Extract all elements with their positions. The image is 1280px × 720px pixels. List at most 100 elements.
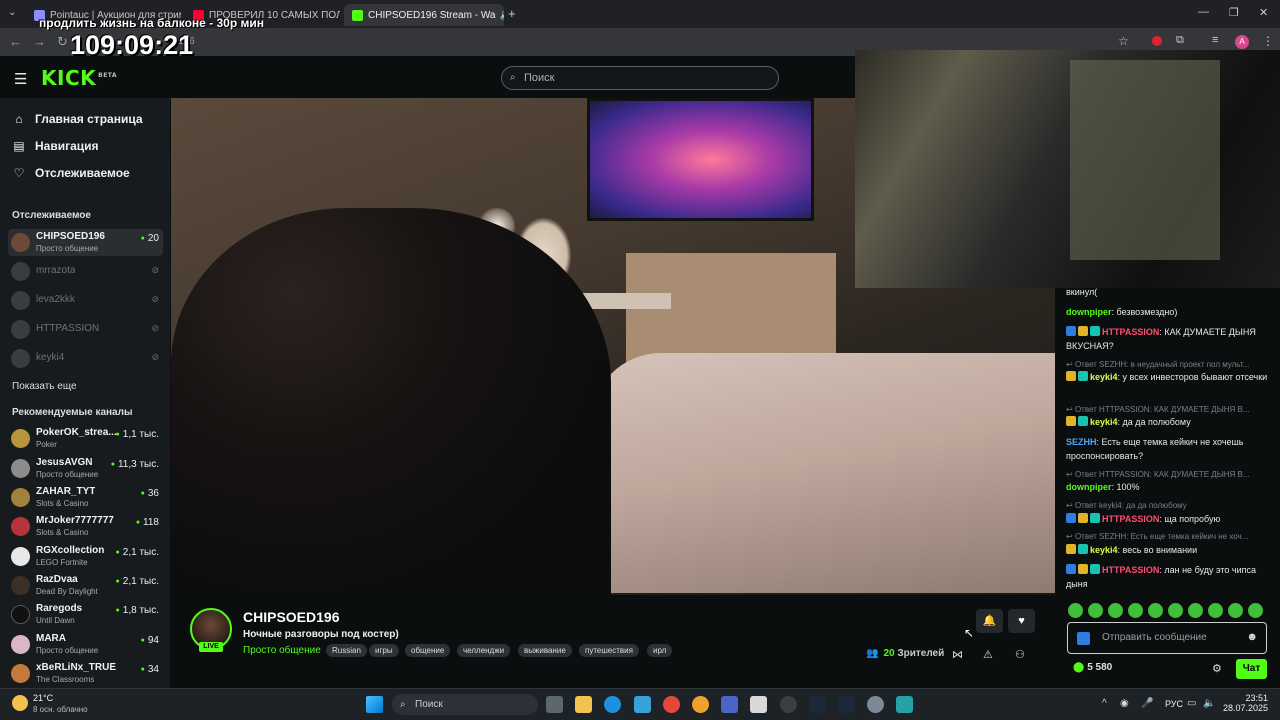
app-icon[interactable] bbox=[896, 696, 913, 713]
network-icon[interactable]: ▭ bbox=[1187, 698, 1196, 709]
notification-bell-button[interactable]: 🔔 bbox=[976, 609, 1003, 633]
stream-category-link[interactable]: Просто общение bbox=[243, 645, 321, 656]
back-arrow-icon[interactable]: ← bbox=[9, 34, 22, 49]
share-icon[interactable]: ⋈ bbox=[952, 648, 963, 661]
follow-heart-button[interactable]: ♥ bbox=[1008, 609, 1035, 633]
emote-icon[interactable] bbox=[1088, 603, 1103, 618]
minimize-window-icon[interactable]: — bbox=[1198, 6, 1209, 18]
extensions-puzzle-icon[interactable]: ⧉ bbox=[1176, 34, 1184, 47]
profile-avatar[interactable]: A bbox=[1235, 35, 1249, 49]
chrome-icon[interactable] bbox=[663, 696, 680, 713]
chat-username[interactable]: keyki4 bbox=[1090, 545, 1118, 555]
bookmark-star-icon[interactable]: ☆ bbox=[1118, 34, 1129, 48]
extension-red-icon[interactable] bbox=[1152, 36, 1162, 46]
tab-list-icon[interactable]: ⌄ bbox=[8, 7, 16, 18]
volume-icon[interactable]: 🔈 bbox=[1203, 698, 1215, 709]
recommended-channel[interactable]: MARA Просто общение 94 bbox=[8, 631, 163, 658]
chat-reply-reference[interactable]: ↩ Ответ keyki4: да да полюбому bbox=[1066, 501, 1271, 510]
taskbar-search[interactable]: ⌕ Поиск bbox=[392, 694, 538, 715]
nav-home[interactable]: ⌂ Главная страница bbox=[12, 112, 142, 126]
chat-settings-gear-icon[interactable]: ⚙ bbox=[1212, 662, 1222, 675]
chat-reply-reference[interactable]: ↩ Ответ SEZHH: в неудачный проект пол му… bbox=[1066, 360, 1271, 369]
following-channel-mrrazota[interactable]: mrrazota ⊘ bbox=[8, 258, 163, 285]
recommended-channel[interactable]: ZAHAR_TYT Slots & Casino 36 bbox=[8, 484, 163, 511]
edge-browser-icon[interactable] bbox=[604, 696, 621, 713]
close-window-icon[interactable]: ✕ bbox=[1259, 6, 1268, 19]
emote-icon[interactable] bbox=[1108, 603, 1123, 618]
windows-start-icon[interactable] bbox=[366, 696, 383, 713]
chat-reply-reference[interactable]: ↩ Ответ HTTPASSION: КАК ДУМАЕТЕ ДЫНЯ В..… bbox=[1066, 405, 1271, 414]
restore-window-icon[interactable]: ❐ bbox=[1229, 6, 1239, 19]
steam-icon[interactable] bbox=[809, 696, 826, 713]
recommended-channel[interactable]: MrJoker7777777 Slots & Casino 118 bbox=[8, 513, 163, 540]
tag-challenges[interactable]: челленджи bbox=[457, 644, 511, 657]
tag-russian[interactable]: Russian bbox=[326, 644, 367, 657]
forward-arrow-icon[interactable]: → bbox=[33, 34, 46, 49]
settings-icon[interactable] bbox=[867, 696, 884, 713]
emote-icon[interactable] bbox=[1168, 603, 1183, 618]
mute-tab-icon[interactable]: 🔊 bbox=[495, 10, 504, 21]
obs-icon[interactable] bbox=[780, 696, 797, 713]
report-warning-icon[interactable]: ⚠ bbox=[983, 648, 993, 661]
stats-app-icon[interactable] bbox=[721, 696, 738, 713]
emote-icon[interactable] bbox=[1188, 603, 1203, 618]
chat-username[interactable]: keyki4 bbox=[1090, 417, 1118, 427]
emoji-picker-icon[interactable]: ☻ bbox=[1246, 631, 1258, 643]
chat-username[interactable]: keyki4 bbox=[1090, 372, 1118, 382]
chat-username[interactable]: HTTPASSION bbox=[1102, 565, 1159, 575]
reading-list-icon[interactable]: ≡ bbox=[1212, 34, 1218, 46]
tray-chevron-icon[interactable]: ^ bbox=[1102, 698, 1107, 709]
tag-games[interactable]: игры bbox=[369, 644, 399, 657]
steam-icon[interactable] bbox=[838, 696, 855, 713]
emote-icon[interactable] bbox=[1208, 603, 1223, 618]
user-options-icon[interactable]: ⚇ bbox=[1015, 648, 1025, 661]
nav-following[interactable]: ♡ Отслеживаемое bbox=[12, 166, 130, 180]
recommended-channel[interactable]: xBeRLiNx_TRUE The Classrooms 34 bbox=[8, 660, 163, 687]
nav-browse[interactable]: ▤ Навигация bbox=[12, 139, 98, 153]
emote-icon[interactable] bbox=[1148, 603, 1163, 618]
recommended-channel[interactable]: RGXcollection LEGO Fortnite 2,1 тыс. bbox=[8, 543, 163, 570]
chat-username[interactable]: SEZHH bbox=[1066, 437, 1097, 447]
following-channel-keyki4[interactable]: keyki4 ⊘ bbox=[8, 345, 163, 372]
chat-message-input[interactable]: Отправить сообщение ☻ bbox=[1067, 622, 1267, 654]
recommended-channel[interactable]: PokerOK_strea... Poker 1,1 тыс. bbox=[8, 425, 163, 452]
recommended-channel[interactable]: JesusAVGN Просто общение 11,3 тыс. bbox=[8, 455, 163, 482]
chat-reply-reference[interactable]: ↩ Ответ SEZHH: Есть еще темка кейкич не … bbox=[1066, 532, 1271, 541]
chat-username[interactable]: downpiper bbox=[1066, 307, 1112, 317]
emote-icon[interactable] bbox=[1228, 603, 1243, 618]
chat-username[interactable]: HTTPASSION bbox=[1102, 327, 1159, 337]
kick-logo[interactable]: KICK BETA bbox=[41, 66, 117, 90]
hamburger-menu-icon[interactable]: ☰ bbox=[14, 70, 27, 88]
new-tab-icon[interactable]: + bbox=[508, 6, 516, 21]
taskbar-clock[interactable]: 23:51 28.07.2025 bbox=[1220, 693, 1268, 713]
microphone-icon[interactable]: 🎤 bbox=[1141, 698, 1153, 709]
chat-reply-reference[interactable]: ↩ Ответ HTTPASSION: КАК ДУМАЕТЕ ДЫНЯ В..… bbox=[1066, 470, 1271, 479]
browser-tab-kick[interactable]: CHIPSOED196 Stream - Wa 🔊 ✕ bbox=[344, 4, 504, 26]
app-icon[interactable] bbox=[750, 696, 767, 713]
chat-username[interactable]: downpiper bbox=[1066, 482, 1112, 492]
recommended-channel[interactable]: RazDvaa Dead By Daylight 2,1 тыс. bbox=[8, 572, 163, 599]
emote-icon[interactable] bbox=[1068, 603, 1083, 618]
task-view-icon[interactable] bbox=[546, 696, 563, 713]
chat-username[interactable]: HTTPASSION bbox=[1102, 514, 1159, 524]
emote-icon[interactable] bbox=[1128, 603, 1143, 618]
tag-chatting[interactable]: общение bbox=[405, 644, 451, 657]
reload-icon[interactable]: ↻ bbox=[57, 34, 68, 50]
show-more-link[interactable]: Показать еще bbox=[12, 381, 77, 392]
app-icon[interactable] bbox=[692, 696, 709, 713]
search-input[interactable]: ⌕ Поиск bbox=[501, 66, 779, 90]
emote-icon[interactable] bbox=[1248, 603, 1263, 618]
tag-travel[interactable]: путешествия bbox=[579, 644, 639, 657]
channel-points[interactable]: ⬤ 5 580 bbox=[1073, 662, 1112, 673]
telegram-icon[interactable] bbox=[634, 696, 651, 713]
following-channel-httpassion[interactable]: HTTPASSION ⊘ bbox=[8, 316, 163, 343]
file-explorer-icon[interactable] bbox=[575, 696, 592, 713]
tag-irl[interactable]: ирл bbox=[647, 644, 673, 657]
channel-name-heading[interactable]: CHIPSOED196 bbox=[243, 609, 339, 625]
send-chat-button[interactable]: Чат bbox=[1236, 659, 1267, 679]
browser-menu-icon[interactable]: ⋮ bbox=[1262, 34, 1274, 48]
tray-app-icon[interactable]: ◉ bbox=[1120, 698, 1129, 709]
recommended-channel[interactable]: Raregods Until Dawn 1,8 тыс. bbox=[8, 601, 163, 628]
keyboard-language[interactable]: РУС bbox=[1165, 699, 1183, 709]
following-channel-chipsoed196[interactable]: CHIPSOED196 Просто общение 20 bbox=[8, 229, 163, 256]
